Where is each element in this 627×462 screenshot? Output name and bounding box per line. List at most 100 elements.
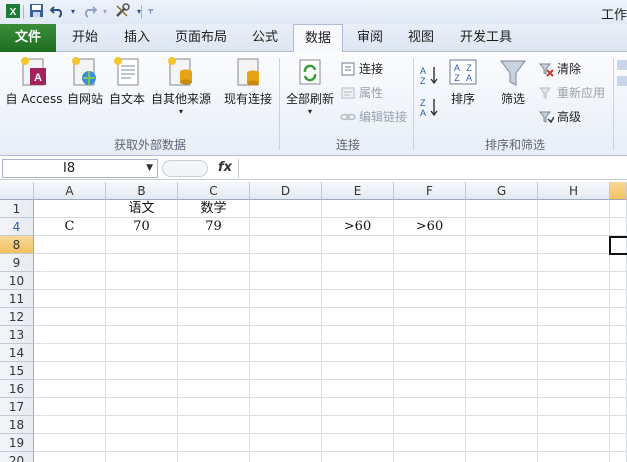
name-box[interactable]: I8 ▼ (2, 159, 158, 178)
cell-g8[interactable] (466, 236, 538, 254)
connections-button[interactable]: 连接 (340, 60, 383, 77)
existing-connections-button[interactable]: 现有连接 (220, 56, 276, 107)
reapply-button[interactable]: 重新应用 (538, 84, 605, 101)
cell-c17[interactable] (178, 398, 250, 416)
row-header[interactable]: 11 (0, 290, 34, 308)
cell-d4[interactable] (250, 218, 322, 236)
tab-view[interactable]: 视图 (396, 24, 446, 52)
row-header[interactable]: 4 (0, 218, 34, 236)
column-header-c[interactable]: C (178, 182, 250, 200)
cell-i18[interactable] (610, 416, 627, 434)
cell-c19[interactable] (178, 434, 250, 452)
cell-g16[interactable] (466, 380, 538, 398)
cell-g10[interactable] (466, 272, 538, 290)
cell-h11[interactable] (538, 290, 610, 308)
cell-e11[interactable] (322, 290, 394, 308)
cell-a10[interactable] (34, 272, 106, 290)
cell-f19[interactable] (394, 434, 466, 452)
cell-g15[interactable] (466, 362, 538, 380)
cell-f13[interactable] (394, 326, 466, 344)
cell-h13[interactable] (538, 326, 610, 344)
cell-f1[interactable] (394, 200, 466, 218)
cell-h9[interactable] (538, 254, 610, 272)
active-cell-cursor[interactable] (609, 236, 627, 255)
cell-a19[interactable] (34, 434, 106, 452)
cell-a4[interactable]: C (34, 218, 106, 236)
cell-i10[interactable] (610, 272, 627, 290)
from-other-sources-button[interactable]: 自其他来源 ▾ (148, 56, 214, 117)
cell-h15[interactable] (538, 362, 610, 380)
cell-h16[interactable] (538, 380, 610, 398)
cell-d16[interactable] (250, 380, 322, 398)
cell-e10[interactable] (322, 272, 394, 290)
cell-a20[interactable] (34, 452, 106, 462)
cell-i16[interactable] (610, 380, 627, 398)
cell-f10[interactable] (394, 272, 466, 290)
cell-g18[interactable] (466, 416, 538, 434)
cell-i11[interactable] (610, 290, 627, 308)
cell-c10[interactable] (178, 272, 250, 290)
cell-c9[interactable] (178, 254, 250, 272)
cell-c15[interactable] (178, 362, 250, 380)
cell-b9[interactable] (106, 254, 178, 272)
cell-g11[interactable] (466, 290, 538, 308)
properties-button[interactable]: 属性 (340, 84, 383, 101)
cell-i17[interactable] (610, 398, 627, 416)
clear-filter-button[interactable]: 清除 (538, 60, 581, 77)
cell-i4[interactable] (610, 218, 627, 236)
column-header-i[interactable] (610, 182, 627, 200)
save-icon[interactable] (27, 3, 45, 20)
cell-a8[interactable] (34, 236, 106, 254)
cell-b17[interactable] (106, 398, 178, 416)
cell-f16[interactable] (394, 380, 466, 398)
cell-e13[interactable] (322, 326, 394, 344)
cell-a12[interactable] (34, 308, 106, 326)
row-header[interactable]: 17 (0, 398, 34, 416)
tab-review[interactable]: 审阅 (345, 24, 395, 52)
tab-data[interactable]: 数据 (293, 24, 343, 53)
formula-input[interactable] (238, 159, 627, 178)
tab-page-layout[interactable]: 页面布局 (166, 24, 236, 52)
sort-descending-button[interactable]: ZA (418, 96, 442, 121)
cell-e20[interactable] (322, 452, 394, 462)
cell-e1[interactable] (322, 200, 394, 218)
cell-c12[interactable] (178, 308, 250, 326)
cell-h8[interactable] (538, 236, 610, 254)
row-header[interactable]: 1 (0, 200, 34, 218)
cell-e18[interactable] (322, 416, 394, 434)
cell-h14[interactable] (538, 344, 610, 362)
edit-links-button[interactable]: 编辑链接 (340, 108, 407, 125)
row-header[interactable]: 20 (0, 452, 34, 462)
tools-icon[interactable] (113, 3, 131, 20)
cell-e9[interactable] (322, 254, 394, 272)
cell-h10[interactable] (538, 272, 610, 290)
cell-a13[interactable] (34, 326, 106, 344)
cell-i15[interactable] (610, 362, 627, 380)
cell-a17[interactable] (34, 398, 106, 416)
tab-formulas[interactable]: 公式 (240, 24, 290, 52)
row-header[interactable]: 12 (0, 308, 34, 326)
cell-f17[interactable] (394, 398, 466, 416)
row-header[interactable]: 13 (0, 326, 34, 344)
cell-b15[interactable] (106, 362, 178, 380)
select-all-corner[interactable] (0, 182, 34, 200)
cell-i13[interactable] (610, 326, 627, 344)
cell-h4[interactable] (538, 218, 610, 236)
cell-b4[interactable]: 70 (106, 218, 178, 236)
worksheet-grid[interactable]: A B C D E F G H 1 语文 数学 4 C 70 79 >60 >60 8 9 10 11 1… (0, 182, 627, 462)
cell-d9[interactable] (250, 254, 322, 272)
cell-e15[interactable] (322, 362, 394, 380)
cell-c14[interactable] (178, 344, 250, 362)
data-tools-icon[interactable] (617, 58, 627, 101)
cell-i12[interactable] (610, 308, 627, 326)
cell-c1[interactable]: 数学 (178, 200, 250, 218)
cell-g1[interactable] (466, 200, 538, 218)
cell-c13[interactable] (178, 326, 250, 344)
cell-c18[interactable] (178, 416, 250, 434)
cell-d12[interactable] (250, 308, 322, 326)
cell-b8[interactable] (106, 236, 178, 254)
cell-d10[interactable] (250, 272, 322, 290)
cell-a16[interactable] (34, 380, 106, 398)
cell-e17[interactable] (322, 398, 394, 416)
tab-developer[interactable]: 开发工具 (448, 24, 524, 52)
